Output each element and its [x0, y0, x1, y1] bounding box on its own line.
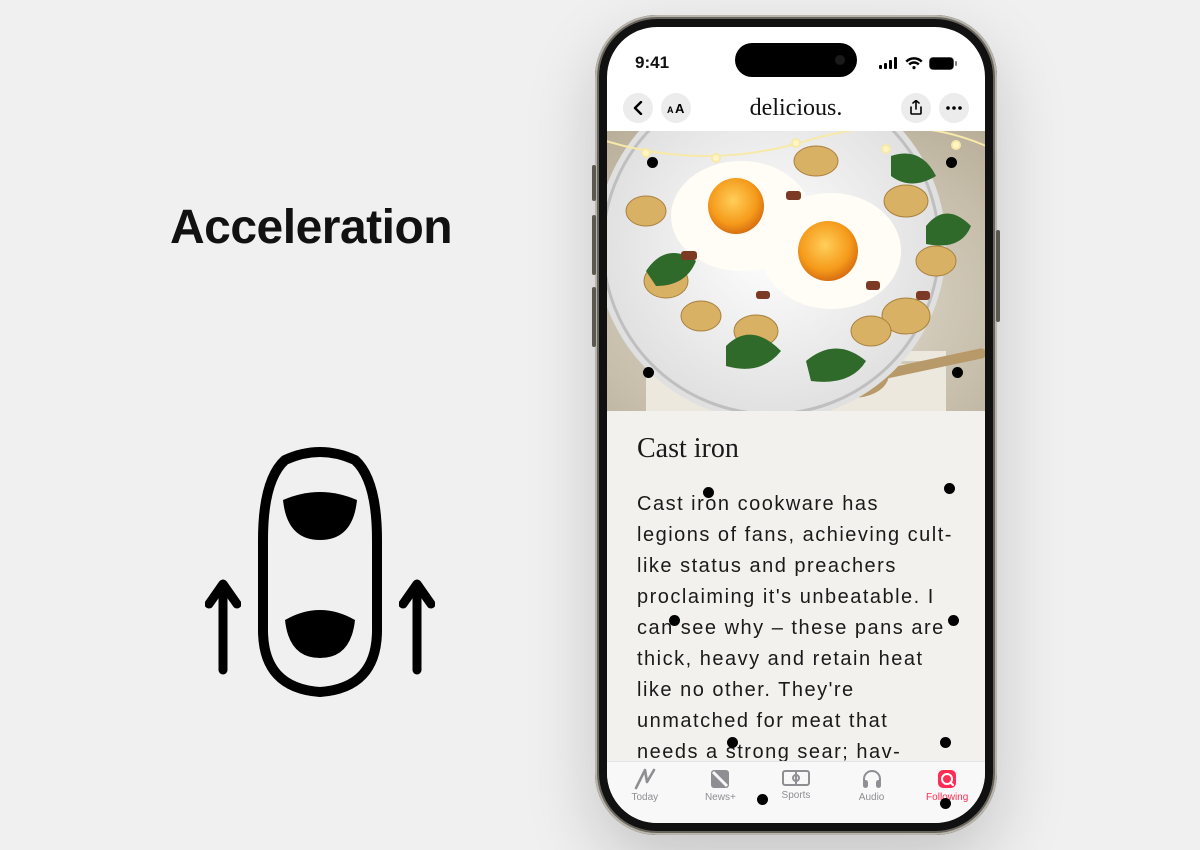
article-body: Cast iron Cast iron cookware has legions… — [607, 411, 985, 761]
brand-title: delicious. — [691, 95, 901, 122]
today-icon — [633, 768, 657, 790]
navbar: A A delicious. — [607, 85, 985, 131]
cellular-icon — [879, 57, 899, 69]
stage: Acceleration — [0, 0, 1200, 850]
sports-icon — [782, 768, 810, 788]
tab-label: Today — [631, 792, 658, 803]
status-time: 9:41 — [635, 53, 669, 73]
acceleration-heading: Acceleration — [170, 200, 500, 255]
audio-icon — [861, 768, 883, 790]
tab-today[interactable]: Today — [607, 762, 683, 823]
newsplus-icon — [709, 768, 731, 790]
article-paragraph: Cast iron cookware has legions of fans, … — [637, 489, 955, 761]
chevron-left-icon — [633, 101, 643, 115]
back-button[interactable] — [623, 93, 653, 123]
svg-text:A: A — [675, 101, 685, 115]
status-right — [879, 57, 957, 70]
tab-bar: Today News+ Sports — [607, 761, 985, 823]
arrow-up-right-icon — [399, 570, 435, 680]
tab-label: Audio — [859, 792, 885, 803]
following-icon — [936, 768, 958, 790]
battery-icon — [929, 57, 957, 70]
tab-audio[interactable]: Audio — [834, 762, 910, 823]
tab-label: Sports — [782, 790, 811, 801]
more-button[interactable] — [939, 93, 969, 123]
screen: 9:41 — [607, 27, 985, 823]
tab-newsplus[interactable]: News+ — [683, 762, 759, 823]
content[interactable]: Cast iron Cast iron cookware has legions… — [607, 131, 985, 761]
ringer-switch — [592, 165, 596, 201]
side-button — [996, 230, 1000, 322]
tab-sports[interactable]: Sports — [758, 762, 834, 823]
svg-text:A: A — [667, 105, 674, 115]
article-hero-image — [607, 131, 985, 411]
left-panel: Acceleration — [0, 0, 560, 850]
car-top-icon — [255, 440, 385, 700]
text-settings-button[interactable]: A A — [661, 93, 691, 123]
tab-label: News+ — [705, 792, 736, 803]
article-title: Cast iron — [637, 433, 955, 465]
share-button[interactable] — [901, 93, 931, 123]
tab-following[interactable]: Following — [909, 762, 985, 823]
tab-label: Following — [926, 792, 968, 803]
wifi-icon — [905, 57, 923, 70]
dynamic-island — [735, 43, 857, 77]
arrow-up-left-icon — [205, 570, 241, 680]
car-acceleration-icon — [180, 440, 460, 720]
share-icon — [909, 100, 923, 116]
volume-down-button — [592, 287, 596, 347]
text-size-icon: A A — [667, 101, 685, 115]
ellipsis-icon — [946, 106, 962, 110]
volume-up-button — [592, 215, 596, 275]
iphone-mock: 9:41 — [595, 15, 997, 835]
